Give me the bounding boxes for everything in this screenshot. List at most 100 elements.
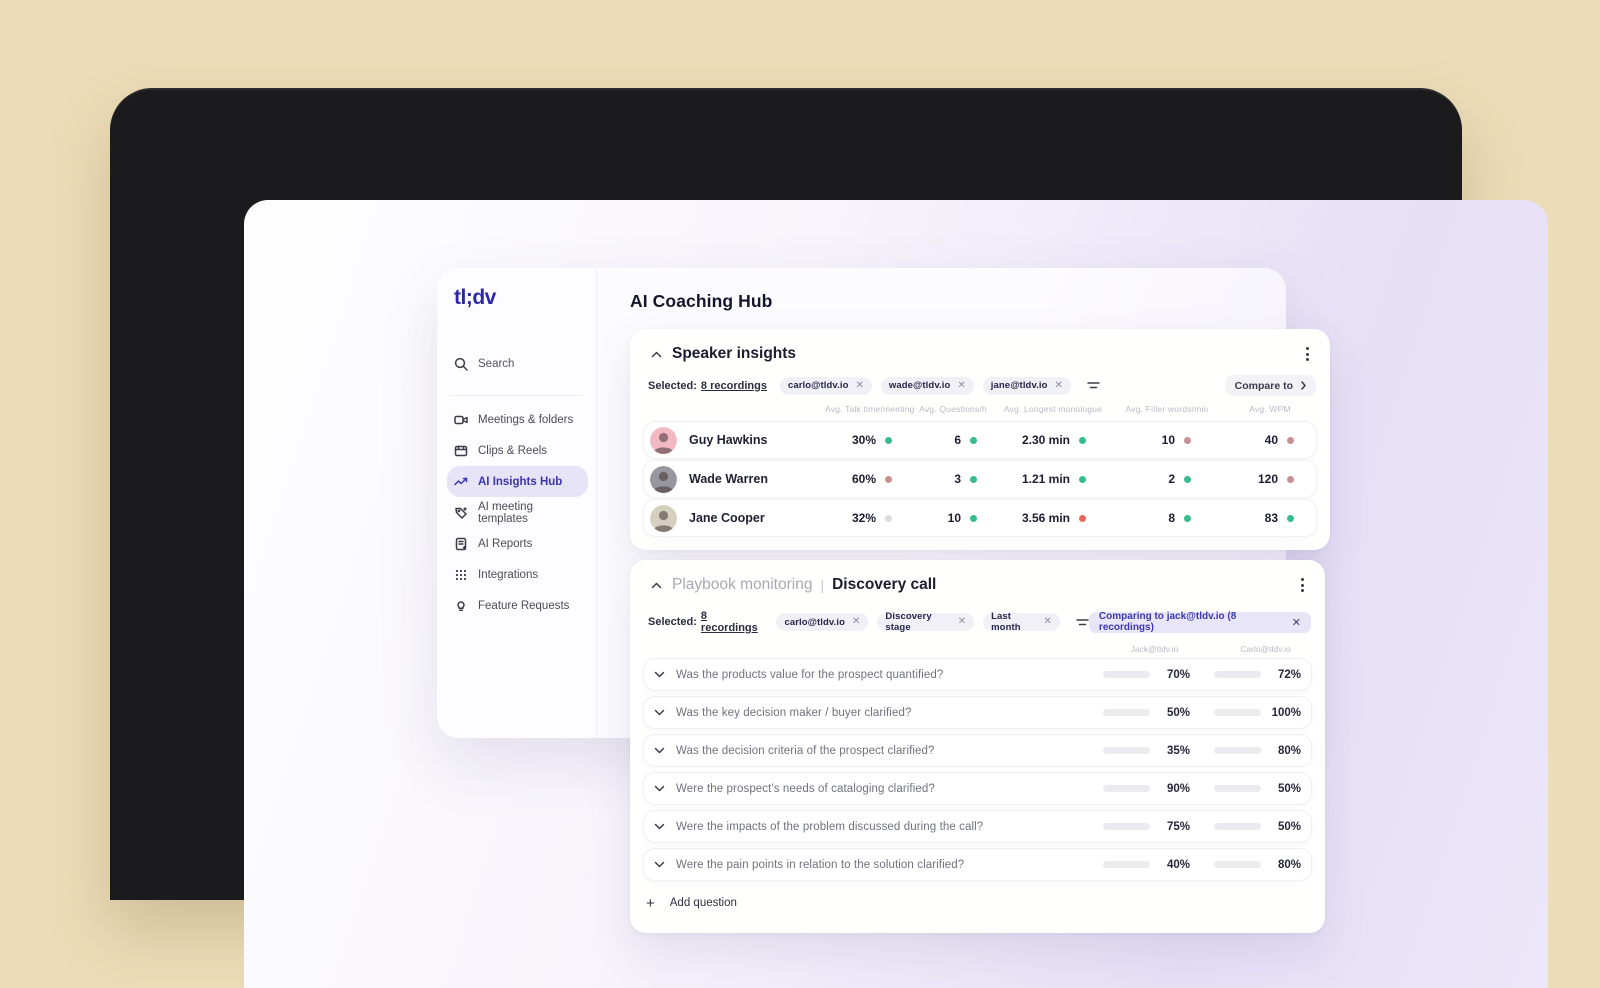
lightbulb-icon	[457, 600, 465, 611]
search-input[interactable]: Search	[447, 352, 586, 376]
filter-chip[interactable]: carlo@tldv.io ✕	[779, 376, 872, 395]
sidebar: tl;dv Search Meetings & folders Clips & …	[437, 268, 597, 738]
percentage-value: 80%	[1277, 744, 1301, 757]
filter-chip[interactable]: wade@tldv.io ✕	[880, 376, 974, 395]
metric-cell-wpm: 120	[1224, 472, 1318, 486]
comparing-to-label: Comparing to jack@tldv.io (8 recordings)	[1098, 611, 1237, 633]
percentage-value: 75%	[1166, 820, 1190, 833]
chip-label: wade@tldv.io	[888, 380, 951, 391]
metric-value: 10	[1161, 433, 1175, 447]
video-camera-icon	[454, 415, 468, 424]
speaker-row[interactable]: Jane Cooper 32% 10 3.56 min 8 83	[643, 499, 1317, 537]
filter-button[interactable]	[1087, 380, 1100, 391]
chevron-down-icon	[654, 785, 665, 792]
speaker-row[interactable]: Guy Hawkins 30% 6 2.30 min 10 40	[643, 421, 1317, 459]
close-icon[interactable]: ✕	[1055, 380, 1063, 391]
chevron-down-icon	[654, 861, 665, 868]
status-dot	[1079, 514, 1087, 522]
percentage-value: 50%	[1166, 706, 1190, 719]
percentage-value: 40%	[1166, 858, 1190, 871]
page-title: AI Coaching Hub	[630, 291, 773, 311]
selected-recordings-link[interactable]: 8 recordings	[701, 610, 764, 634]
speaker-name: Wade Warren	[689, 472, 768, 486]
sidebar-divider	[450, 395, 583, 396]
sidebar-nav: Meetings & folders Clips & Reels AI Insi…	[447, 404, 588, 621]
status-dot	[885, 514, 892, 522]
question-text: Was the decision criteria of the prospec…	[676, 744, 935, 757]
question-row[interactable]: Were the prospect's needs of cataloging …	[643, 772, 1312, 805]
speaker-filter-row: Selected: 8 recordings carlo@tldv.io ✕ wa…	[648, 375, 1316, 396]
add-question-button[interactable]: + Add question	[646, 889, 737, 917]
collapse-button[interactable]	[646, 575, 666, 595]
column-header: Avg. Filler words/min	[1125, 404, 1209, 414]
close-icon[interactable]: ✕	[856, 380, 864, 391]
speaker-table-headers: Avg. Talk time/meeting Avg. Questions/h …	[643, 403, 1317, 415]
question-text: Was the products value for the prospect …	[676, 668, 944, 681]
playbook-question-list: Was the products value for the prospect …	[643, 658, 1312, 886]
close-icon[interactable]: ✕	[957, 380, 965, 391]
close-icon[interactable]: ✕	[852, 617, 860, 627]
sidebar-item-feature-requests[interactable]: Feature Requests	[447, 590, 588, 621]
progress-bar	[1214, 671, 1261, 678]
sidebar-item-ai-reports[interactable]: AI Reports	[447, 528, 588, 559]
question-row[interactable]: Was the key decision maker / buyer clari…	[643, 696, 1312, 729]
comparison-bar-left: 75%	[1103, 821, 1190, 833]
status-dot	[1287, 436, 1294, 444]
sidebar-item-label: AI Insights Hub	[478, 475, 563, 488]
metric-cell-wpm: 83	[1224, 511, 1318, 525]
status-dot	[885, 475, 892, 483]
sidebar-item-ai-insights-hub[interactable]: AI Insights Hub	[447, 466, 588, 497]
filter-chip[interactable]: carlo@tldv.io ✕	[776, 613, 869, 631]
comparison-bar-left: 70%	[1103, 669, 1190, 681]
filter-chip[interactable]: Last month ✕	[983, 611, 1060, 633]
metric-cell-wpm: 40	[1224, 433, 1318, 447]
close-icon[interactable]: ✕	[1292, 616, 1301, 629]
comparison-bar-right: 72%	[1214, 669, 1301, 681]
column-header: Avg. Talk time/meeting	[825, 404, 915, 414]
report-document-icon	[455, 537, 467, 550]
column-header: Avg. WPM	[1249, 404, 1291, 414]
question-text: Were the prospect's needs of cataloging …	[676, 782, 935, 795]
column-header: Avg. Questions/h	[919, 404, 987, 414]
filter-chip[interactable]: Discovery stage ✕	[877, 611, 975, 633]
speaker-row[interactable]: Wade Warren 60% 3 1.21 min 2 120	[643, 460, 1317, 498]
question-row[interactable]: Was the products value for the prospect …	[643, 658, 1312, 691]
sidebar-item-clips-reels[interactable]: Clips & Reels	[447, 435, 588, 466]
filter-button[interactable]	[1076, 617, 1089, 628]
collapse-button[interactable]	[646, 344, 666, 364]
selected-recordings-link[interactable]: 8 recordings	[701, 380, 767, 392]
sidebar-item-integrations[interactable]: Integrations	[447, 559, 588, 590]
kebab-menu-button[interactable]	[1296, 343, 1318, 365]
sidebar-item-meetings-folders[interactable]: Meetings & folders	[447, 404, 588, 435]
metric-cell-filler-words: 10	[1112, 433, 1224, 447]
avatar	[650, 426, 677, 454]
tldv-logo: tl;dv	[454, 286, 496, 309]
comparing-to-chip[interactable]: Comparing to jack@tldv.io (8 recordings)…	[1088, 611, 1311, 633]
kebab-menu-button[interactable]	[1291, 574, 1313, 596]
status-dot	[1184, 475, 1191, 483]
playbook-filter-row: Selected: 8 recordings carlo@tldv.io ✕ Di…	[648, 610, 1311, 634]
speaker-name: Jane Cooper	[689, 511, 765, 525]
close-icon[interactable]: ✕	[958, 617, 966, 627]
metric-value: 40	[1264, 433, 1278, 447]
title-separator: |	[820, 577, 825, 593]
compare-to-button[interactable]: Compare to	[1224, 375, 1316, 396]
question-row[interactable]: Was the decision criteria of the prospec…	[643, 734, 1312, 767]
sidebar-item-label: AI Reports	[478, 537, 533, 550]
question-row[interactable]: Were the impacts of the problem discusse…	[643, 810, 1312, 843]
sidebar-item-ai-meeting-templates[interactable]: AI meeting templates	[447, 497, 588, 528]
question-row[interactable]: Were the pain points in relation to the …	[643, 848, 1312, 881]
progress-bar	[1214, 709, 1261, 716]
progress-bar	[1103, 709, 1150, 716]
close-icon[interactable]: ✕	[1044, 617, 1052, 627]
filter-chip[interactable]: jane@tldv.io ✕	[982, 376, 1071, 395]
metric-cell-talk-time: 30%	[826, 433, 912, 447]
chevron-down-icon	[654, 671, 665, 678]
avatar	[650, 465, 677, 493]
chevron-right-icon	[1301, 381, 1306, 390]
sidebar-item-label: Integrations	[478, 568, 539, 581]
percentage-value: 35%	[1166, 744, 1190, 757]
avatar	[650, 504, 677, 532]
panel-title: Speaker insights	[672, 345, 797, 362]
person-silhouette-icon	[650, 504, 677, 532]
